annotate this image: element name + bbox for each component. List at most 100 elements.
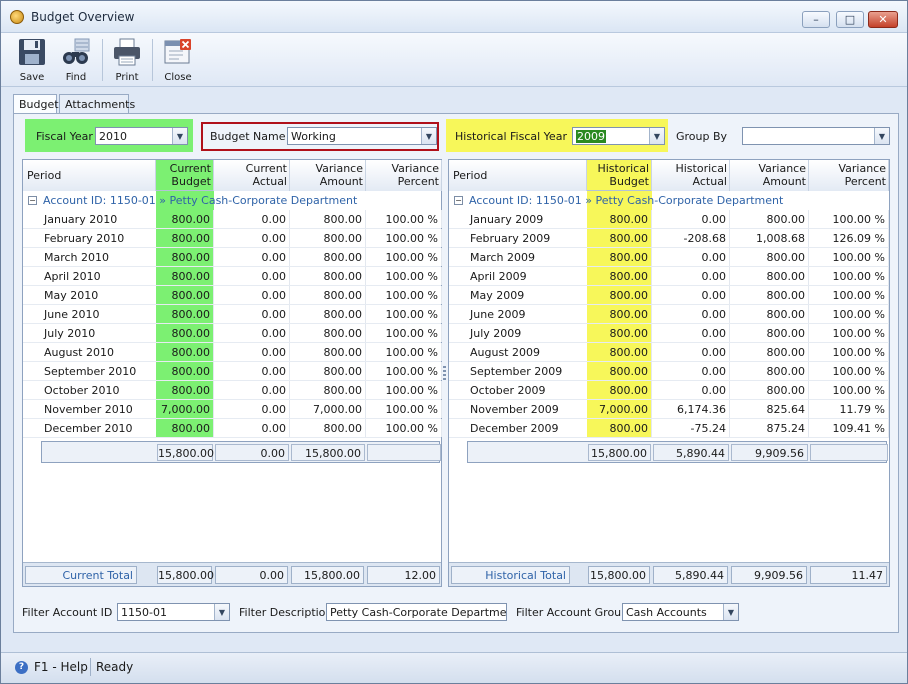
collapse-icon[interactable]: − <box>28 196 37 205</box>
table-row[interactable]: December 2009 800.00 -75.24 875.24 109.41 % <box>449 419 889 438</box>
help-icon[interactable]: ? <box>15 661 28 674</box>
value-cell: 7,000.00 <box>156 400 214 418</box>
group-by-select[interactable]: ▼ <box>742 127 890 145</box>
period-cell: November 2010 <box>44 403 133 416</box>
filter-account-id-label: Filter Account ID <box>22 606 113 619</box>
find-label: Find <box>65 72 87 83</box>
filter-description-input[interactable]: Petty Cash-Corporate Department <box>326 603 507 621</box>
table-row[interactable]: April 2009 800.00 0.00 800.00 100.00 % <box>449 267 889 286</box>
period-cell: May 2009 <box>470 289 525 302</box>
value-cell: 100.00 % <box>366 286 442 304</box>
chevron-down-icon[interactable]: ▼ <box>874 128 889 144</box>
column-header[interactable]: Variance Percent <box>366 160 442 191</box>
help-hint[interactable]: F1 - Help <box>34 660 88 674</box>
table-row[interactable]: November 2010 7,000.00 0.00 7,000.00 100.00 … <box>23 400 442 419</box>
find-button[interactable]: Find <box>56 35 96 85</box>
value-cell: 7,000.00 <box>587 400 652 418</box>
table-row[interactable]: February 2010 800.00 0.00 800.00 100.00 % <box>23 229 442 248</box>
table-row[interactable]: December 2010 800.00 0.00 800.00 100.00 % <box>23 419 442 438</box>
subtotal-cell: 15,800.00 <box>157 444 214 461</box>
table-row[interactable]: June 2009 800.00 0.00 800.00 100.00 % <box>449 305 889 324</box>
table-row[interactable]: January 2009 800.00 0.00 800.00 100.00 % <box>449 210 889 229</box>
table-row[interactable]: September 2010 800.00 0.00 800.00 100.00 % <box>23 362 442 381</box>
historical-year-select[interactable]: 2009 ▼ <box>572 127 665 145</box>
splitter-handle[interactable] <box>443 366 446 380</box>
table-row[interactable]: July 2009 800.00 0.00 800.00 100.00 % <box>449 324 889 343</box>
collapse-icon[interactable]: − <box>454 196 463 205</box>
budget-name-select[interactable]: Working ▼ <box>287 127 437 145</box>
chevron-down-icon[interactable]: ▼ <box>172 128 187 144</box>
table-row[interactable]: March 2009 800.00 0.00 800.00 100.00 % <box>449 248 889 267</box>
period-cell: August 2010 <box>44 346 114 359</box>
filter-account-group-select[interactable]: Cash Accounts ▼ <box>622 603 739 621</box>
value-cell: 100.00 % <box>809 286 889 304</box>
chevron-down-icon[interactable]: ▼ <box>214 604 229 620</box>
value-cell: 800.00 <box>290 324 366 342</box>
current-budget-grid[interactable]: Period Current Budget Current Actual Varian… <box>22 159 442 587</box>
value-cell: 800.00 <box>156 286 214 304</box>
column-header[interactable]: Variance Amount <box>290 160 366 191</box>
table-row[interactable]: June 2010 800.00 0.00 800.00 100.00 % <box>23 305 442 324</box>
table-row[interactable]: August 2010 800.00 0.00 800.00 100.00 % <box>23 343 442 362</box>
column-header[interactable]: Variance Amount <box>730 160 809 191</box>
subtotal-cell: 9,909.56 <box>731 444 808 461</box>
table-row[interactable]: October 2009 800.00 0.00 800.00 100.00 % <box>449 381 889 400</box>
value-cell: -75.24 <box>652 419 730 437</box>
table-row[interactable]: February 2009 800.00 -208.68 1,008.68 126.09… <box>449 229 889 248</box>
column-header[interactable]: Period <box>23 160 156 191</box>
value-cell: 825.64 <box>730 400 809 418</box>
value-cell: 0.00 <box>652 248 730 266</box>
value-cell: 100.00 % <box>366 305 442 323</box>
period-cell: August 2009 <box>470 346 540 359</box>
column-header[interactable]: Current Actual <box>214 160 290 191</box>
column-header[interactable]: Current Budget <box>156 160 214 191</box>
value-cell: 0.00 <box>214 210 290 228</box>
table-row[interactable]: July 2010 800.00 0.00 800.00 100.00 % <box>23 324 442 343</box>
column-header[interactable]: Historical Actual <box>652 160 730 191</box>
value-cell: 100.00 % <box>366 343 442 361</box>
table-row[interactable]: May 2009 800.00 0.00 800.00 100.00 % <box>449 286 889 305</box>
table-row[interactable]: January 2010 800.00 0.00 800.00 100.00 % <box>23 210 442 229</box>
value-cell: 100.00 % <box>809 267 889 285</box>
close-button[interactable]: Close <box>158 35 198 85</box>
print-label: Print <box>115 72 139 83</box>
period-cell: January 2010 <box>44 213 118 226</box>
period-cell: October 2010 <box>44 384 120 397</box>
fiscal-year-select[interactable]: 2010 ▼ <box>95 127 188 145</box>
budget-name-value: Working <box>291 130 336 143</box>
chevron-down-icon[interactable]: ▼ <box>649 128 664 144</box>
tab-budget[interactable]: Budget <box>13 94 59 115</box>
print-button[interactable]: Print <box>107 35 147 85</box>
value-cell: 800.00 <box>587 248 652 266</box>
save-button[interactable]: Save <box>12 35 52 85</box>
table-row[interactable]: October 2010 800.00 0.00 800.00 100.00 % <box>23 381 442 400</box>
close-window-button[interactable]: ✕ <box>868 11 898 28</box>
minimize-button[interactable]: – <box>802 11 830 28</box>
total-cell: 5,890.44 <box>653 566 728 584</box>
table-row[interactable]: May 2010 800.00 0.00 800.00 100.00 % <box>23 286 442 305</box>
maximize-button[interactable]: □ <box>836 11 864 28</box>
table-row[interactable]: April 2010 800.00 0.00 800.00 100.00 % <box>23 267 442 286</box>
value-cell: 100.00 % <box>366 229 442 247</box>
value-cell: 800.00 <box>290 248 366 266</box>
value-cell: 0.00 <box>214 267 290 285</box>
value-cell: 0.00 <box>652 267 730 285</box>
table-row[interactable]: March 2010 800.00 0.00 800.00 100.00 % <box>23 248 442 267</box>
chevron-down-icon[interactable]: ▼ <box>421 128 436 144</box>
value-cell: 0.00 <box>652 210 730 228</box>
tab-attachments[interactable]: Attachments <box>59 94 135 114</box>
historical-budget-grid[interactable]: Period Historical Budget Historical Actual… <box>448 159 890 587</box>
column-header[interactable]: Period <box>449 160 587 191</box>
filter-account-id-select[interactable]: 1150-01 ▼ <box>117 603 230 621</box>
table-row[interactable]: September 2009 800.00 0.00 800.00 100.00 % <box>449 362 889 381</box>
column-header[interactable]: Historical Budget <box>587 160 652 191</box>
column-header[interactable]: Variance Percent <box>809 160 889 191</box>
fiscal-year-label: Fiscal Year <box>36 130 93 143</box>
value-cell: 100.00 % <box>366 400 442 418</box>
value-cell: 0.00 <box>214 229 290 247</box>
filter-account-group-label: Filter Account Group <box>516 606 629 619</box>
table-row[interactable]: November 2009 7,000.00 6,174.36 825.64 11.79… <box>449 400 889 419</box>
value-cell: 800.00 <box>290 305 366 323</box>
chevron-down-icon[interactable]: ▼ <box>723 604 738 620</box>
table-row[interactable]: August 2009 800.00 0.00 800.00 100.00 % <box>449 343 889 362</box>
